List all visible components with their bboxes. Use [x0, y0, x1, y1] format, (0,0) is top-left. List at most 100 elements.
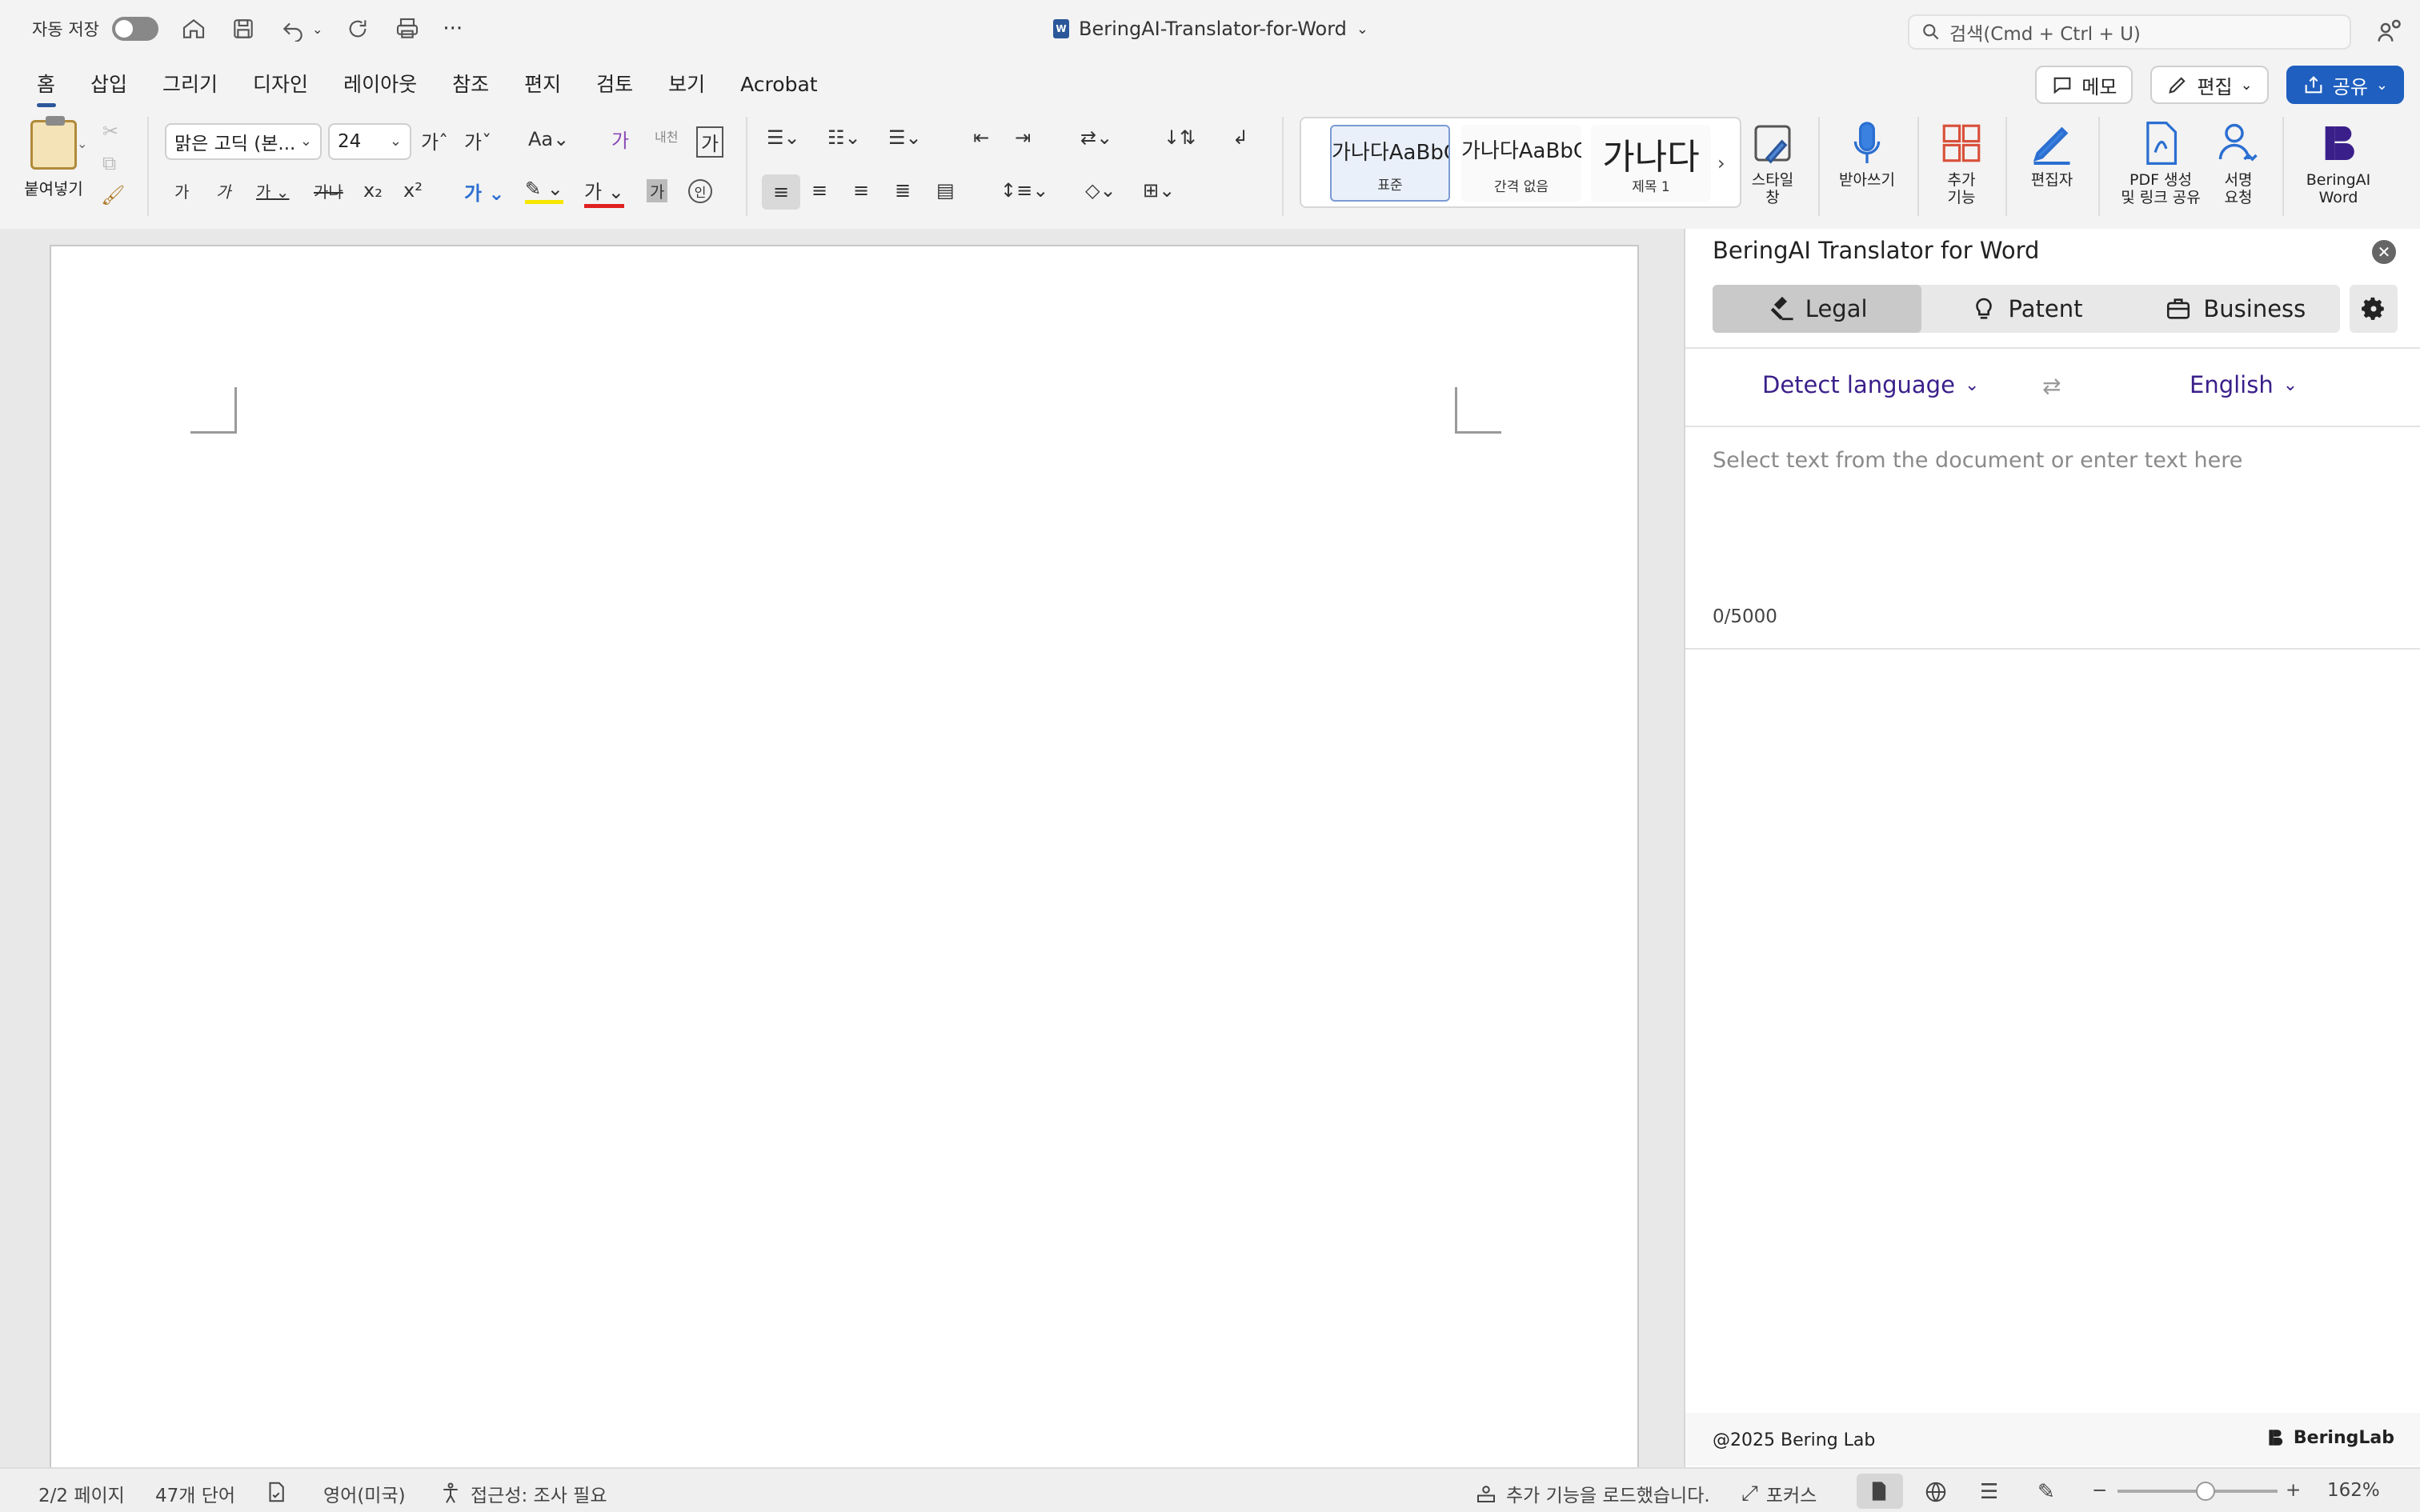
edit-mode-button[interactable]: 편집 ⌄ — [2150, 66, 2269, 104]
line-spacing-icon[interactable]: ↕≡⌄ — [1000, 179, 1048, 202]
source-language-select[interactable]: Detect language ⌄ — [1762, 371, 1979, 398]
autosave-toggle[interactable] — [111, 17, 158, 41]
decrease-indent-icon[interactable]: ⇤ — [973, 126, 989, 149]
beringai-word-button[interactable]: BeringAI Word — [2298, 118, 2378, 206]
format-painter-icon[interactable]: 🖌 — [101, 184, 125, 206]
collaborate-icon[interactable] — [2374, 16, 2406, 48]
close-icon[interactable]: ✕ — [2372, 240, 2396, 264]
tab-draw[interactable]: 그리기 — [145, 69, 235, 101]
grow-font-icon[interactable]: 가ˆ — [421, 126, 448, 154]
zoom-out-button[interactable]: − — [2092, 1480, 2107, 1501]
memo-button[interactable]: 메모 — [2035, 66, 2134, 104]
show-marks-icon[interactable]: ↲ — [1232, 126, 1248, 149]
document-title[interactable]: W BeringAI-Translator-for-Word ⌄ — [1053, 18, 1368, 40]
shading-icon[interactable]: ◇⌄ — [1085, 179, 1116, 202]
tab-mailings[interactable]: 편지 — [507, 69, 579, 101]
accessibility-status[interactable]: 접근성: 조사 필요 — [439, 1480, 607, 1507]
style-no-spacing[interactable]: 가나다AaBbC 간격 없음 — [1461, 125, 1581, 202]
chevron-right-icon[interactable]: › — [1717, 152, 1725, 174]
align-right-icon[interactable]: ≡ — [853, 179, 869, 202]
swap-languages-icon[interactable]: ⇄ — [2042, 373, 2061, 399]
styles-pane-button[interactable]: 스타일 창 — [1745, 118, 1801, 206]
document-page[interactable] — [50, 245, 1639, 1477]
change-case-icon[interactable]: Aa⌄ — [528, 128, 569, 150]
zoom-level[interactable]: 162% — [2327, 1480, 2380, 1501]
font-color-icon[interactable]: 가 ⌄ — [584, 176, 624, 208]
superscript-icon[interactable]: x² — [403, 179, 423, 202]
request-signature-button[interactable]: 서명 요청 — [2212, 118, 2265, 206]
phonetic-guide-icon[interactable]: 내천 — [655, 126, 678, 146]
paste-button[interactable]: 붙여넣기 — [18, 116, 90, 199]
zoom-slider-handle[interactable] — [2196, 1482, 2215, 1501]
tab-references[interactable]: 참조 — [435, 69, 507, 101]
font-name-select[interactable]: 맑은 고딕 (본... ⌄ — [165, 123, 322, 160]
share-button[interactable]: 공유 ⌄ — [2286, 66, 2404, 104]
distributed-icon[interactable]: ▤ — [936, 179, 955, 202]
italic-icon[interactable]: 가 — [216, 179, 230, 202]
print-layout-view[interactable] — [1868, 1480, 1890, 1502]
multilevel-list-icon[interactable]: ☰⌄ — [888, 126, 922, 149]
tab-insert[interactable]: 삽입 — [73, 69, 145, 101]
copy-icon[interactable]: ⧉ — [102, 152, 116, 174]
font-size-select[interactable]: 24 ⌄ — [328, 123, 411, 160]
redo-icon[interactable] — [343, 14, 372, 43]
save-icon[interactable] — [229, 14, 258, 43]
target-language-select[interactable]: English ⌄ — [2190, 371, 2298, 398]
justify-icon[interactable]: ≣ — [895, 179, 911, 202]
text-effects-icon[interactable]: 가 ⌄ — [464, 178, 505, 206]
borders-icon[interactable]: ⊞⌄ — [1143, 179, 1175, 202]
settings-button[interactable] — [2350, 285, 2398, 333]
outline-view[interactable]: ☰ — [1980, 1480, 1998, 1504]
web-layout-view[interactable] — [1924, 1480, 1948, 1504]
undo-icon[interactable] — [278, 14, 307, 43]
asian-layout-icon[interactable]: ⇄⌄ — [1080, 126, 1112, 149]
style-heading1[interactable]: 가나다 제목 1 — [1591, 125, 1711, 202]
cut-icon[interactable]: ✂ — [102, 120, 118, 142]
dictate-button[interactable]: 받아쓰기 — [1829, 118, 1905, 189]
tab-business[interactable]: Business — [2131, 285, 2340, 333]
character-border-icon[interactable]: 가 — [696, 126, 724, 158]
language-status[interactable]: 영어(미국) — [323, 1480, 406, 1507]
shrink-font-icon[interactable]: 가ˇ — [464, 126, 491, 154]
subscript-icon[interactable]: x₂ — [363, 179, 383, 202]
numbering-icon[interactable]: ☷⌄ — [827, 126, 861, 149]
tab-review[interactable]: 검토 — [579, 69, 651, 101]
tab-home[interactable]: 홈 — [19, 69, 73, 107]
search-input[interactable]: 검색(Cmd + Ctrl + U) — [1908, 14, 2351, 50]
highlight-icon[interactable]: ✎ ⌄ — [525, 178, 563, 204]
proofing-status[interactable] — [264, 1480, 288, 1504]
draft-view[interactable]: ✎ — [2037, 1480, 2055, 1504]
home-icon[interactable] — [179, 14, 208, 43]
zoom-in-button[interactable]: + — [2286, 1480, 2301, 1501]
align-center-icon[interactable]: ≡ — [811, 179, 827, 202]
style-normal[interactable]: 가나다AaBbC 표준 — [1330, 125, 1450, 202]
bold-icon[interactable]: 가 — [174, 179, 189, 202]
print-icon[interactable] — [393, 14, 422, 43]
sort-icon[interactable]: ↓⇅ — [1164, 126, 1196, 149]
align-left-icon[interactable]: ≡ — [762, 174, 800, 210]
increase-indent-icon[interactable]: ⇥ — [1015, 126, 1031, 149]
clear-format-icon[interactable]: 가 — [611, 125, 629, 153]
enclose-char-icon[interactable]: 인 — [688, 179, 712, 203]
word-count[interactable]: 47개 단어 — [155, 1480, 235, 1507]
tab-design[interactable]: 디자인 — [235, 69, 326, 101]
paste-dropdown-icon[interactable]: ⌄ — [77, 136, 87, 151]
underline-icon[interactable]: 가 ⌄ — [256, 179, 290, 202]
tab-layout[interactable]: 레이아웃 — [326, 69, 435, 101]
addins-status[interactable]: 추가 기능을 로드했습니다. — [1474, 1480, 1710, 1507]
pdf-share-button[interactable]: PDF 생성 및 링크 공유 — [2113, 118, 2209, 206]
focus-mode-button[interactable]: ⤢ 포커스 — [1741, 1480, 1817, 1507]
more-icon[interactable]: ··· — [443, 17, 463, 41]
tab-patent[interactable]: Patent — [1921, 285, 2130, 333]
tab-legal[interactable]: Legal — [1713, 285, 1922, 333]
addins-button[interactable]: 추가 기능 — [1933, 118, 1989, 206]
page-count[interactable]: 2/2 페이지 — [38, 1480, 125, 1507]
editor-button[interactable]: 편집자 — [2018, 118, 2085, 189]
undo-dropdown-icon[interactable]: ⌄ — [312, 22, 323, 37]
source-text-input[interactable]: Select text from the document or enter t… — [1713, 448, 2242, 473]
tab-acrobat[interactable]: Acrobat — [723, 69, 835, 101]
strikethrough-icon[interactable]: 가나 — [314, 179, 343, 202]
tab-view[interactable]: 보기 — [651, 69, 723, 101]
bullets-icon[interactable]: ☰⌄ — [767, 126, 800, 149]
char-shading-icon[interactable]: 가 — [647, 179, 668, 202]
